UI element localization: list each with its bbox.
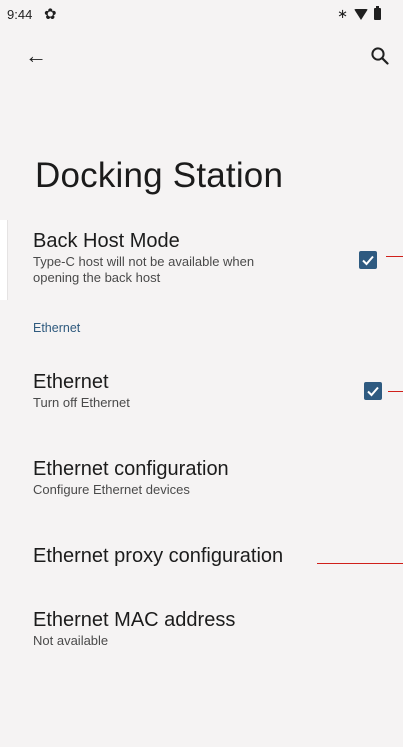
wifi-icon xyxy=(354,8,368,20)
settings-gear-icon: ✿ xyxy=(44,6,57,23)
battery-icon xyxy=(374,6,381,20)
pref-title: Ethernet configuration xyxy=(33,458,229,480)
selection-highlight xyxy=(0,220,8,300)
pref-ethernet-mac[interactable]: Ethernet MAC address Not available xyxy=(33,609,235,649)
check-icon xyxy=(362,255,374,266)
pref-summary-line2: opening the back host xyxy=(33,270,161,285)
search-icon[interactable] xyxy=(368,44,392,68)
pref-ethernet-configuration[interactable]: Ethernet configuration Configure Etherne… xyxy=(33,458,229,498)
category-ethernet: Ethernet xyxy=(33,321,81,335)
ethernet-checkbox[interactable] xyxy=(364,382,382,400)
annotation-line xyxy=(386,256,403,257)
back-host-mode-checkbox[interactable] xyxy=(359,251,377,269)
pref-ethernet[interactable]: Ethernet Turn off Ethernet xyxy=(33,371,130,411)
annotation-line xyxy=(388,391,403,392)
annotation-line xyxy=(317,563,403,564)
arrow-back-icon[interactable]: ← xyxy=(25,45,47,67)
pref-summary-line1: Type-C host will not be available when xyxy=(33,254,255,269)
pref-back-host-mode[interactable]: Back Host Mode Type-C host will not be a… xyxy=(33,230,333,286)
pref-summary: Turn off Ethernet xyxy=(33,395,130,410)
status-bar: 9:44 ✿ ∗ xyxy=(0,0,403,28)
toolbar: ← xyxy=(0,40,403,80)
status-icons: ∗ xyxy=(337,6,381,22)
pref-title: Ethernet MAC address xyxy=(33,609,236,631)
page-title: Docking Station xyxy=(35,156,284,195)
pref-summary: Not available xyxy=(33,633,109,648)
pref-title: Ethernet xyxy=(33,371,109,393)
pref-summary: Type-C host will not be available when o… xyxy=(33,254,333,286)
bluetooth-icon: ∗ xyxy=(337,6,348,21)
pref-ethernet-proxy[interactable]: Ethernet proxy configuration xyxy=(33,545,283,568)
status-time: 9:44 xyxy=(7,7,33,22)
check-icon xyxy=(367,386,379,397)
pref-summary: Configure Ethernet devices xyxy=(33,482,190,497)
pref-title: Back Host Mode xyxy=(33,230,180,252)
settings-screen: 9:44 ✿ ∗ ← Docking Station Back Host Mod… xyxy=(0,0,403,747)
pref-title: Ethernet proxy configuration xyxy=(33,545,284,567)
